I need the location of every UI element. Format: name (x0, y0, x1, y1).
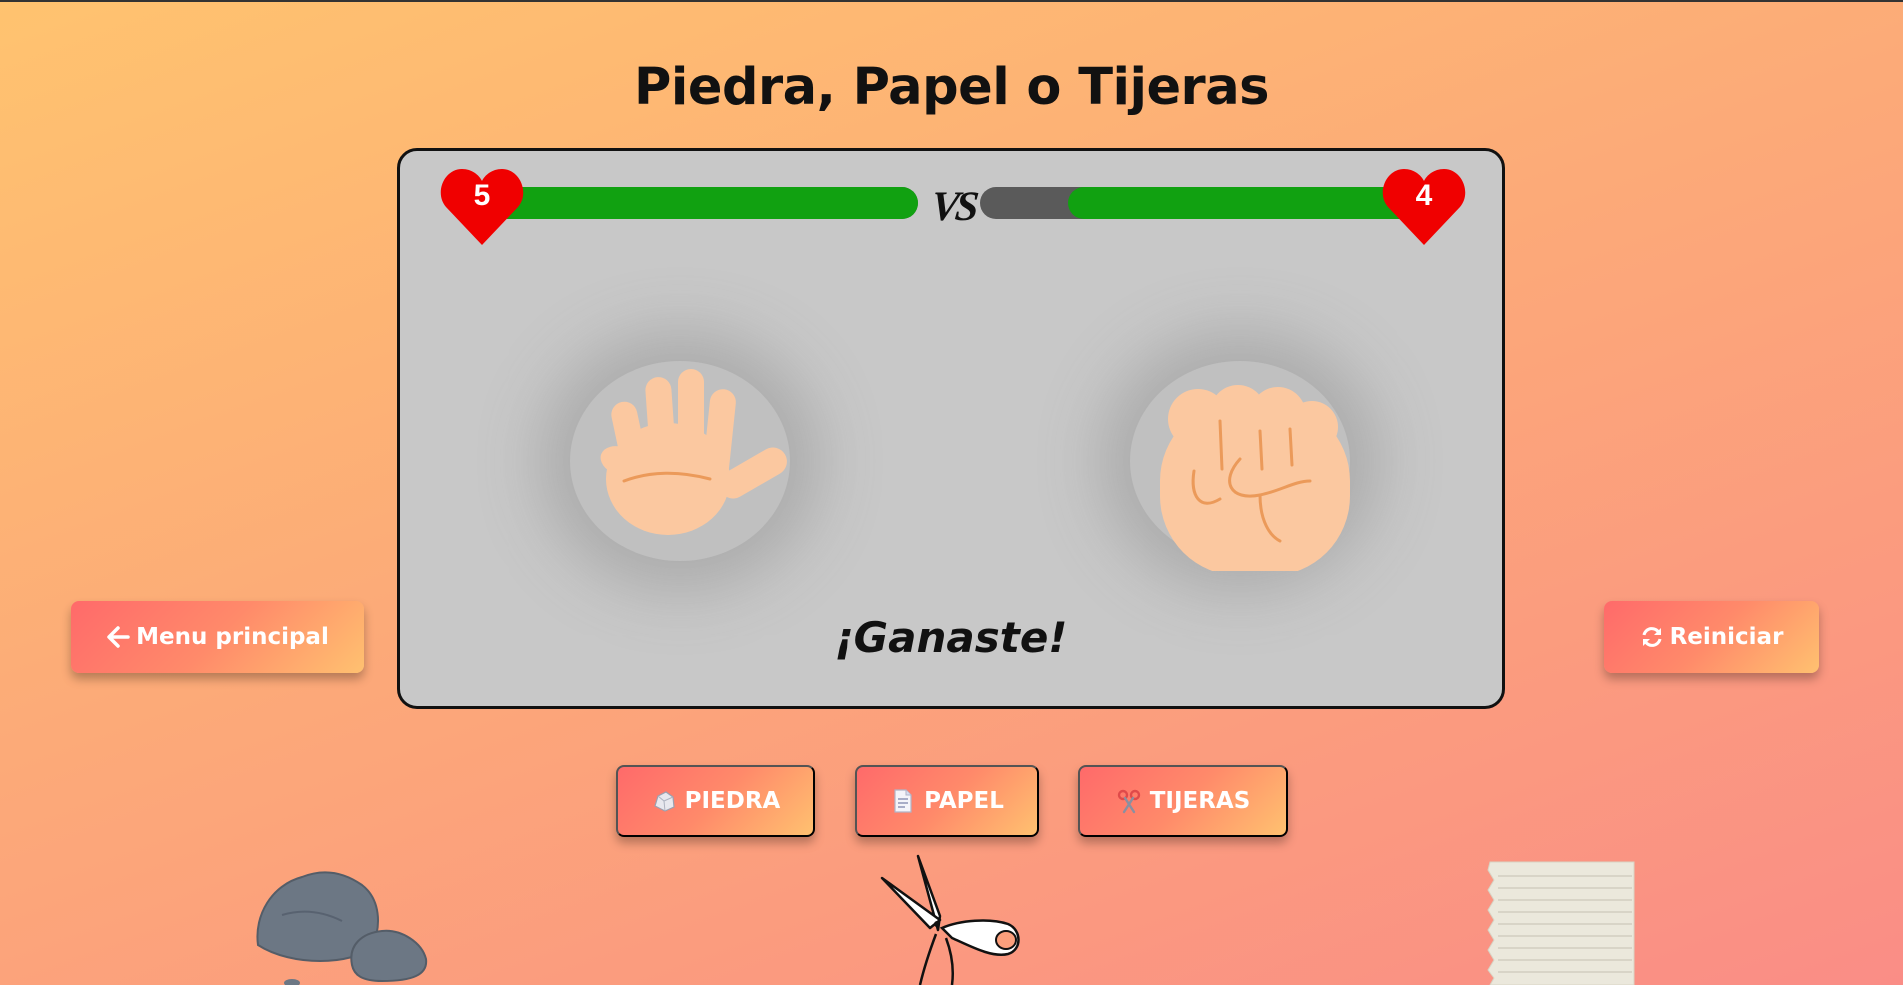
player-heart: 5 (440, 167, 524, 247)
player-health-fill (460, 187, 918, 219)
paper-label: PAPEL (924, 788, 1004, 814)
page-title: Piedra, Papel o Tijeras (634, 58, 1269, 117)
player-health-bar (460, 187, 918, 219)
result-text: ¡Ganaste! (834, 613, 1068, 662)
game-arena: 5 VS 4 ¡Ganaste! (397, 148, 1505, 709)
refresh-icon (1642, 627, 1662, 647)
opponent-health-bar (980, 187, 1420, 219)
paper-button[interactable]: PAPEL (855, 765, 1039, 837)
scissors-icon (1117, 789, 1140, 814)
main-menu-label: Menu principal (136, 624, 329, 650)
main-menu-button[interactable]: Menu principal (71, 601, 364, 673)
scissors-label: TIJERAS (1149, 788, 1251, 814)
top-border (0, 0, 1903, 2)
player-hand (560, 331, 800, 571)
paper-hand-icon (600, 369, 787, 535)
scissors-button[interactable]: TIJERAS (1078, 765, 1288, 837)
rock-fist-icon (1160, 385, 1350, 571)
rock-illustration-icon (256, 871, 428, 985)
arrow-left-icon (107, 626, 130, 648)
rock-label: PIEDRA (684, 788, 781, 814)
rock-icon (653, 791, 675, 812)
rock-button[interactable]: PIEDRA (616, 765, 815, 837)
player-lives: 5 (473, 179, 491, 212)
paper-illustration-icon (1487, 861, 1635, 985)
opponent-health-fill (1068, 187, 1420, 219)
opponent-hand (1120, 331, 1360, 571)
document-icon (894, 789, 912, 813)
opponent-lives: 4 (1415, 179, 1433, 212)
opponent-heart: 4 (1382, 167, 1466, 247)
scissors-illustration-icon (880, 854, 1020, 985)
restart-label: Reiniciar (1669, 624, 1784, 650)
vs-label: VS (928, 184, 978, 230)
restart-button[interactable]: Reiniciar (1604, 601, 1819, 673)
